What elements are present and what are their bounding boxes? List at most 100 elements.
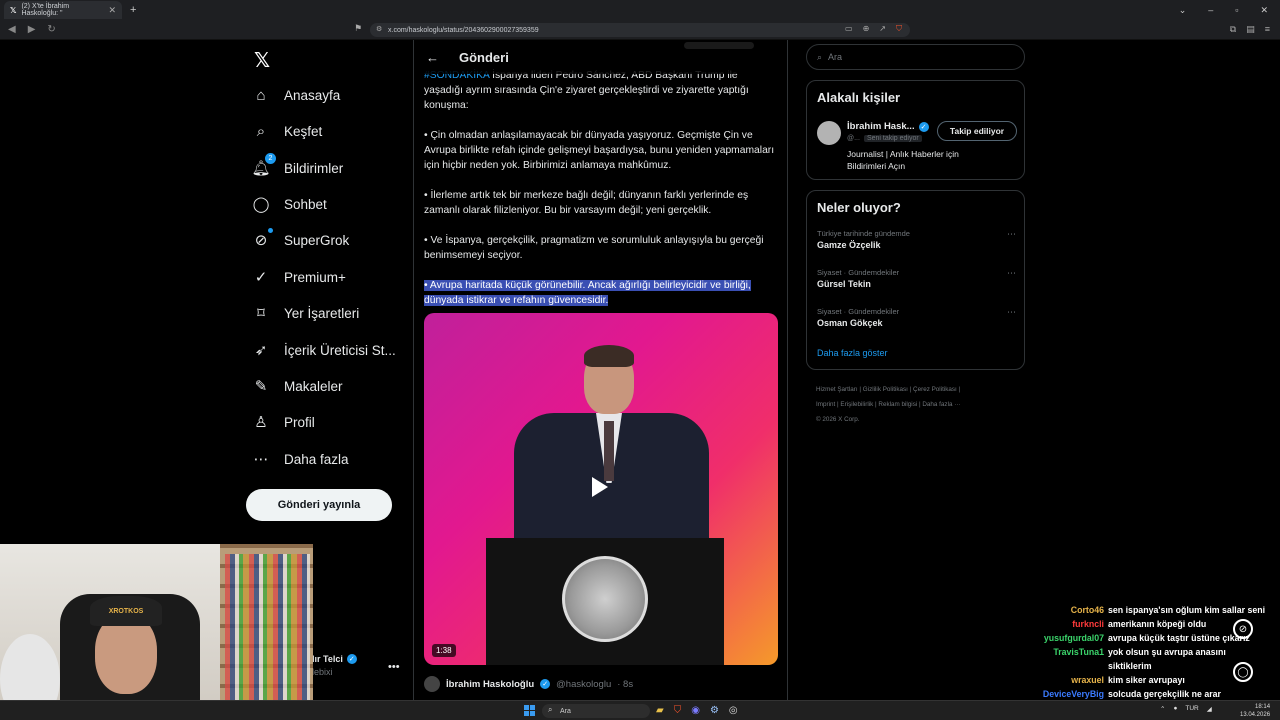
screen-icon[interactable]: ▭ <box>845 24 853 34</box>
post-button[interactable]: Gönderi yayınla <box>246 489 392 521</box>
nav-profile[interactable]: ♙ Profil <box>252 408 315 436</box>
chat-message: TravisTuna1 yok olsun şu avrupa anasını <box>1008 647 1273 657</box>
chat-message: Corto46 sen ispanya'sın oğlum kim sallar… <box>1008 605 1273 615</box>
language-indicator[interactable]: TUR <box>1185 705 1198 713</box>
show-more-link[interactable]: Daha fazla göster <box>817 348 888 358</box>
follows-you-badge: Seni takip ediyor <box>863 135 922 142</box>
more-icon[interactable]: ⋯ <box>1007 307 1016 318</box>
nav-home[interactable]: ⌂ Anasayfa <box>252 81 340 109</box>
footer-line[interactable]: Imprint | Erişilebilirlik | Reklam bilgi… <box>816 397 1026 412</box>
nav-label: Daha fazla <box>284 451 349 467</box>
bookmark-page-icon[interactable]: ⚑ <box>354 23 362 34</box>
tweet-paragraph-selected: • Avrupa haritada küçük görünebilir. Anc… <box>424 278 779 308</box>
reply-author-row[interactable]: İbrahim Haskoloğlu ✓ @haskologlu · 8s <box>424 676 633 692</box>
obs-icon[interactable]: ◎ <box>729 705 738 716</box>
back-arrow-icon[interactable]: ◀ <box>8 24 16 35</box>
footer-line[interactable]: Hizmet Şartları | Gizlilik Politikası | … <box>816 382 1026 397</box>
trend-item[interactable]: Türkiye tarihinde gündemde Gamze Özçelik… <box>817 229 1016 250</box>
streamer-cap: XROTKOS <box>90 596 162 626</box>
nav-label: Bildirimler <box>284 160 344 176</box>
tweet-paragraph: #SONDAKİKA İspanya lideri Pedro Sánchez,… <box>424 68 779 113</box>
selected-text: • Avrupa haritada küçük görünebilir. Anc… <box>424 280 751 306</box>
brave-shield-icon[interactable]: ⛉ <box>896 24 902 34</box>
browser-tab[interactable]: 𝕏 (2) X'te İbrahim Haskoloğlu: " ✕ <box>4 1 122 19</box>
grok-float-icon[interactable]: ⊘ <box>1233 619 1253 639</box>
windows-start-icon[interactable] <box>524 705 535 716</box>
trend-item[interactable]: Siyaset · Gündemdekiler Osman Gökçek ⋯ <box>817 307 1016 328</box>
nav-premium[interactable]: ✓ Premium+ <box>252 263 346 291</box>
chat-text: solcuda gerçekçilik ne arar <box>1108 689 1221 699</box>
taskbar-search[interactable]: ⌕ Ara <box>542 704 650 718</box>
back-arrow-icon[interactable]: ← <box>426 50 439 65</box>
nav-notifications[interactable]: 🔔︎ 2 Bildirimler <box>251 153 344 182</box>
file-explorer-icon[interactable]: ▰ <box>656 705 664 716</box>
dot-badge <box>268 228 273 233</box>
site-info-icon[interactable]: ⚙ <box>376 25 382 33</box>
tweet-video[interactable]: 1:38 <box>424 313 778 665</box>
avatar[interactable] <box>817 121 841 145</box>
video-tie <box>604 421 614 481</box>
nav-explore[interactable]: ⌕ Keşfet <box>252 117 322 145</box>
trend-name: Gürsel Tekin <box>817 279 871 289</box>
brave-browser-icon[interactable]: ⛉ <box>674 705 682 716</box>
chevron-up-icon[interactable]: ⌃ <box>1160 705 1165 713</box>
nav-creator-studio[interactable]: ➶ İçerik Üreticisi St... <box>252 336 396 364</box>
account-more-icon[interactable]: ••• <box>388 661 400 673</box>
nav-bookmarks[interactable]: ⌑ Yer İşaretleri <box>252 299 359 327</box>
discord-icon[interactable]: ◉ <box>691 705 700 716</box>
reload-icon[interactable]: ↻ <box>47 24 55 35</box>
university-seal <box>562 556 648 642</box>
footer-links: Hizmet Şartları | Gizlilik Politikası | … <box>816 382 1026 427</box>
person-name[interactable]: İbrahim Hask... <box>847 121 915 132</box>
search-input[interactable]: ⌕ Ara <box>806 44 1025 70</box>
zoom-icon[interactable]: ⊕ <box>863 24 870 34</box>
system-clock[interactable]: 18:14 13.04.2026 <box>1240 703 1270 719</box>
menu-icon[interactable]: ≡ <box>1265 24 1270 35</box>
nav-articles[interactable]: ✎ Makaleler <box>252 372 343 400</box>
new-tab-icon[interactable]: + <box>130 4 136 16</box>
avatar[interactable] <box>424 676 440 692</box>
extensions-icon[interactable]: ⧉ <box>1230 24 1236 35</box>
url-text: x.com/haskologlu/status/2043602900027359… <box>388 26 539 34</box>
chat-message: DeviceVeryBig solcuda gerçekçilik ne ara… <box>1008 689 1273 699</box>
forward-arrow-icon[interactable]: ▶ <box>28 24 36 35</box>
video-hair <box>584 345 634 367</box>
account-switcher[interactable]: lır Telci ✓ lebixi <box>312 654 357 677</box>
x-logo-icon[interactable]: 𝕏 <box>254 48 270 72</box>
trends-card: Neler oluyor? Türkiye tarihinde gündemde… <box>806 190 1025 370</box>
steam-icon[interactable]: ⚙ <box>710 705 719 716</box>
sidebar-icon[interactable]: ▤ <box>1246 24 1255 35</box>
following-button[interactable]: Takip ediliyor <box>937 121 1017 141</box>
maximize-icon[interactable]: ▫ <box>1235 5 1238 16</box>
reply-author-name[interactable]: İbrahim Haskoloğlu <box>446 679 534 690</box>
close-tab-icon[interactable]: ✕ <box>108 5 116 16</box>
trend-category: Siyaset · Gündemdekiler <box>817 268 900 277</box>
messages-float-icon[interactable]: ◯ <box>1233 662 1253 682</box>
close-window-icon[interactable]: ✕ <box>1260 5 1268 16</box>
nav-supergrok[interactable]: ⊘ SuperGrok <box>252 226 349 254</box>
mic-icon[interactable]: ● <box>1173 705 1177 713</box>
home-icon: ⌂ <box>256 86 266 104</box>
more-icon[interactable]: ⋯ <box>1007 229 1016 240</box>
nav-more[interactable]: ⋯ Daha fazla <box>252 445 349 473</box>
play-icon[interactable] <box>592 477 608 497</box>
nav-chat[interactable]: ◯ Sohbet <box>252 190 327 218</box>
nav-label: Anasayfa <box>284 87 341 103</box>
verified-icon: ✓ <box>346 654 357 664</box>
chevron-down-icon[interactable]: ⌄ <box>1179 5 1187 16</box>
share-icon[interactable]: ↗ <box>879 24 886 34</box>
minimize-icon[interactable]: – <box>1208 5 1213 16</box>
post-header: ← Gönderi <box>414 40 787 74</box>
nav-label: Sohbet <box>284 196 327 212</box>
footer-copyright: © 2026 X Corp. <box>816 416 860 423</box>
trend-item[interactable]: Siyaset · Gündemdekiler Gürsel Tekin ⋯ <box>817 268 1016 289</box>
more-icon[interactable]: ⋯ <box>1007 268 1016 279</box>
system-tray: ⌃ ● TUR ◢ <box>1160 705 1212 713</box>
url-field[interactable]: ⚙ x.com/haskologlu/status/20436029000273… <box>370 23 910 37</box>
trend-name: Osman Gökçek <box>817 318 883 328</box>
person-bio: Journalist | Anlık Haberler için Bildiri… <box>847 149 959 171</box>
volume-icon[interactable]: ◢ <box>1207 705 1212 713</box>
person-handle: @... <box>847 135 860 142</box>
chat-text: yok olsun şu avrupa anasını <box>1108 647 1226 657</box>
taskbar-apps: ▰ ⛉ ◉ ⚙ ◎ <box>656 705 738 716</box>
